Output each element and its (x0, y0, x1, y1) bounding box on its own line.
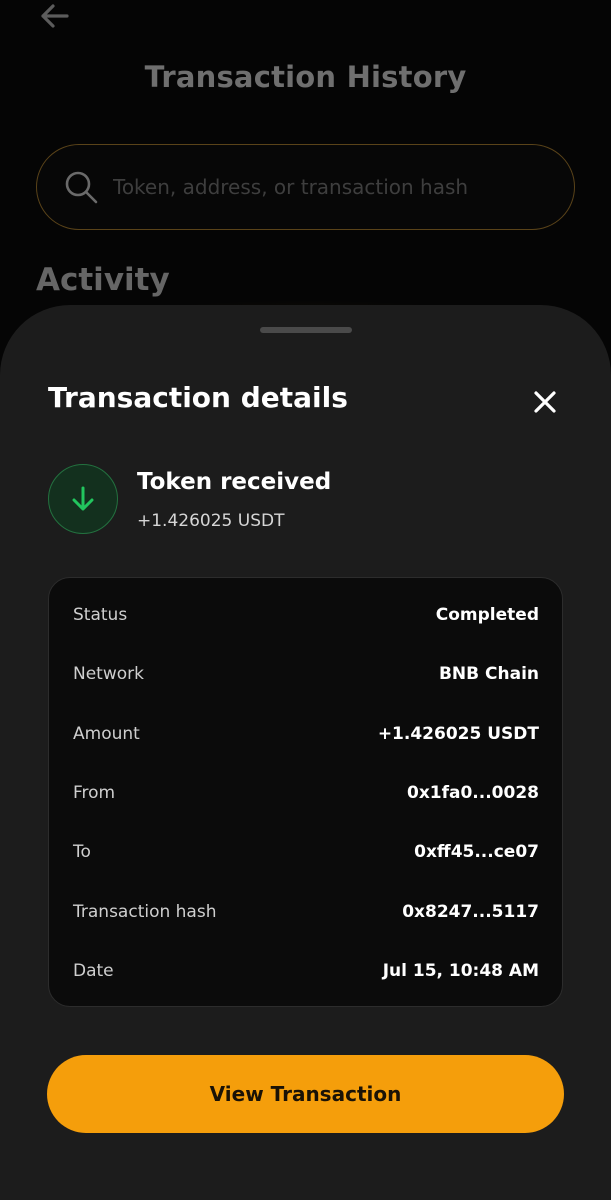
transaction-details-sheet: Transaction details Token received +1.42… (0, 305, 611, 1200)
close-button[interactable] (524, 381, 566, 423)
detail-row-status: Status Completed (73, 600, 539, 630)
arrow-left-icon (41, 4, 69, 28)
search-bar[interactable] (36, 144, 575, 230)
detail-label: Status (73, 605, 128, 625)
to-address-value[interactable]: 0xff45...ce07 (414, 842, 539, 862)
view-transaction-button[interactable]: View Transaction (47, 1055, 564, 1133)
detail-label: Amount (73, 724, 140, 744)
transaction-type: Token received (137, 469, 332, 495)
detail-row-transaction-hash: Transaction hash 0x8247...5117 (73, 897, 539, 927)
transaction-amount: +1.426025 USDT (137, 511, 285, 531)
detail-row-from: From 0x1fa0...0028 (73, 778, 539, 808)
status-value: Completed (435, 605, 539, 625)
sheet-title: Transaction details (48, 381, 348, 414)
detail-row-network: Network BNB Chain (73, 659, 539, 689)
back-button[interactable] (36, 0, 72, 32)
search-icon (63, 169, 99, 205)
network-value: BNB Chain (438, 664, 539, 684)
sheet-drag-handle[interactable] (260, 327, 352, 333)
token-received-badge (48, 464, 118, 534)
detail-label: Network (73, 664, 144, 684)
detail-label: To (73, 842, 91, 862)
from-address-value[interactable]: 0x1fa0...0028 (407, 783, 539, 803)
arrow-down-icon (72, 486, 94, 511)
detail-label: From (73, 783, 116, 803)
search-input[interactable] (113, 175, 574, 199)
detail-label: Date (73, 961, 114, 981)
activity-heading: Activity (36, 262, 170, 298)
detail-row-date: Date Jul 15, 10:48 AM (73, 956, 539, 986)
transaction-hash-value[interactable]: 0x8247...5117 (402, 902, 539, 922)
amount-value: +1.426025 USDT (377, 724, 539, 744)
date-value: Jul 15, 10:48 AM (382, 961, 539, 981)
detail-row-to: To 0xff45...ce07 (73, 837, 539, 867)
details-card: Status Completed Network BNB Chain Amoun… (48, 577, 563, 1007)
detail-label: Transaction hash (73, 902, 217, 922)
page-title: Transaction History (144, 60, 467, 94)
detail-row-amount: Amount +1.426025 USDT (73, 719, 539, 749)
close-icon (534, 391, 556, 413)
